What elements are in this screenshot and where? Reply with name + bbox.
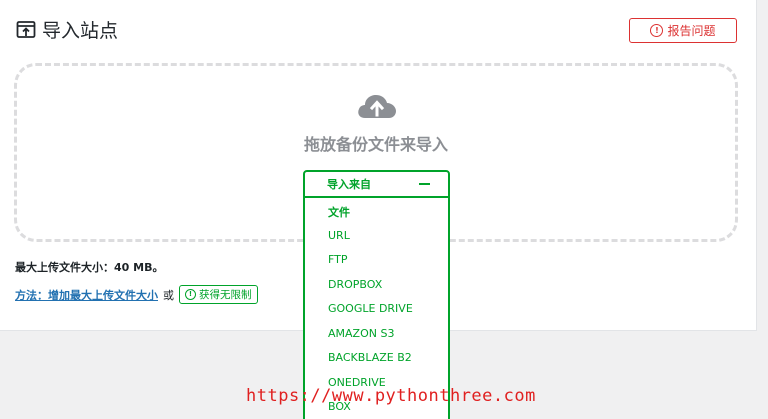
menu-item-file[interactable]: 文件 xyxy=(328,204,350,220)
increase-upload-size-link[interactable]: 方法：增加最大上传文件大小 xyxy=(15,287,158,303)
watermark-text: https://www.pythonthree.com xyxy=(246,386,536,406)
report-problem-label: 报告问题 xyxy=(667,24,716,38)
import-from-label: 导入来自 xyxy=(327,178,371,191)
collapse-minus-icon xyxy=(419,183,430,185)
menu-item-url[interactable]: URL xyxy=(328,229,350,242)
page-title: 导入站点 xyxy=(16,16,118,43)
import-from-dropdown[interactable]: 导入来自 xyxy=(303,170,450,198)
menu-item-ftp[interactable]: FTP xyxy=(328,253,348,266)
max-upload-size-text: 最大上传文件大小：40 MB。 xyxy=(15,261,164,274)
import-icon xyxy=(16,20,36,38)
menu-item-backblaze-b2[interactable]: BACKBLAZE B2 xyxy=(328,351,412,364)
dropzone-prompt: 拖放备份文件来导入 xyxy=(303,135,448,154)
cloud-upload-icon xyxy=(358,95,396,118)
get-unlimited-button[interactable]: ! 获得无限制 xyxy=(179,285,258,304)
exclamation-circle-icon: ! xyxy=(650,24,664,37)
report-problem-button[interactable]: ! 报告问题 xyxy=(629,18,737,43)
menu-item-google-drive[interactable]: GOOGLE DRIVE xyxy=(328,302,413,315)
menu-item-dropbox[interactable]: DROPBOX xyxy=(328,278,382,291)
upload-limit-methods: 方法：增加最大上传文件大小 或 ! 获得无限制 xyxy=(15,285,258,304)
or-text: 或 xyxy=(163,288,174,302)
get-unlimited-label: 获得无限制 xyxy=(199,289,252,301)
page-title-text: 导入站点 xyxy=(42,20,119,42)
exclamation-circle-icon: ! xyxy=(185,289,196,300)
menu-item-amazon-s3[interactable]: AMAZON S3 xyxy=(328,327,394,340)
